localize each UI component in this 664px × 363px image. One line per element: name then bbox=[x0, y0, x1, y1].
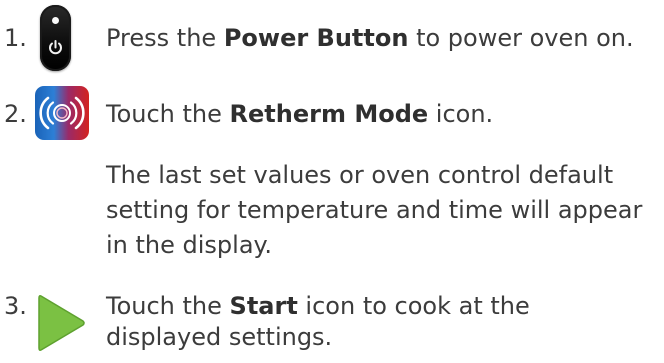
step-2-note-line: The last set values or oven control defa… bbox=[106, 161, 614, 189]
step-number: 3. bbox=[4, 292, 27, 320]
step-2-note-line: in the display. bbox=[106, 231, 272, 259]
step-1-instruction: Press the Power Button to power oven on. bbox=[106, 24, 634, 52]
retherm-mode-icon bbox=[35, 86, 89, 140]
step-number: 2. bbox=[4, 100, 27, 128]
start-icon bbox=[38, 295, 85, 351]
step-3-continuation: displayed settings. bbox=[106, 323, 333, 351]
step-2-instruction: Touch the Retherm Mode icon. bbox=[106, 100, 494, 128]
step-1-highlight: Power Button bbox=[223, 24, 409, 52]
step-3-highlight: Start bbox=[229, 292, 298, 320]
step-2-highlight: Retherm Mode bbox=[229, 100, 429, 128]
step-2-note-line: setting for temperature and time will ap… bbox=[106, 196, 643, 224]
step-number: 1. bbox=[4, 24, 27, 52]
step-3-instruction: Touch the Start icon to cook at the bbox=[106, 292, 530, 320]
power-button-icon bbox=[40, 5, 71, 71]
